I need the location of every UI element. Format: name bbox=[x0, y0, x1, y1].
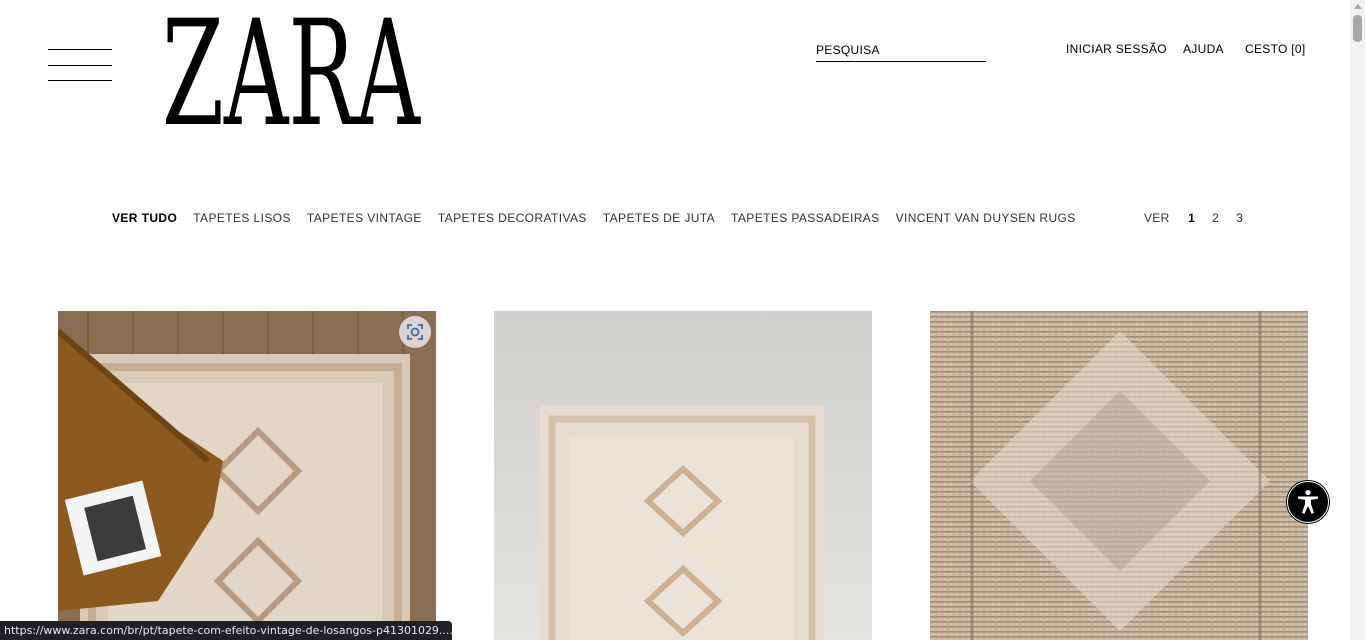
category-jute[interactable]: TAPETES DE JUTA bbox=[603, 211, 715, 225]
view-option-2[interactable]: 2 bbox=[1204, 211, 1228, 225]
category-decorative[interactable]: TAPETES DECORATIVAS bbox=[438, 211, 587, 225]
search-input[interactable]: PESQUISA bbox=[816, 41, 986, 62]
scroll-up-arrow-icon[interactable] bbox=[1354, 4, 1362, 9]
product-card[interactable] bbox=[58, 311, 436, 640]
vertical-scrollbar[interactable] bbox=[1350, 0, 1365, 640]
product-card[interactable] bbox=[930, 311, 1308, 640]
cart-link[interactable]: CESTO [0] bbox=[1245, 42, 1306, 56]
menu-line bbox=[48, 49, 112, 51]
category-vintage[interactable]: TAPETES VINTAGE bbox=[307, 211, 422, 225]
category-nav: VER TUDO TAPETES LISOS TAPETES VINTAGE T… bbox=[112, 211, 1092, 225]
view-option-3[interactable]: 3 bbox=[1228, 211, 1252, 225]
product-image bbox=[494, 311, 872, 640]
menu-line bbox=[48, 65, 112, 67]
view-label: VER bbox=[1144, 211, 1170, 225]
logo-text: ZARA bbox=[162, 16, 421, 128]
menu-button[interactable] bbox=[48, 49, 112, 83]
link-status-bar: https://www.zara.com/br/pt/tapete-com-ef… bbox=[0, 621, 452, 640]
search-label: PESQUISA bbox=[816, 43, 880, 57]
grid-view-selector: VER 1 2 3 bbox=[1144, 211, 1252, 225]
category-runners[interactable]: TAPETES PASSADEIRAS bbox=[731, 211, 880, 225]
category-vincent-van-duysen[interactable]: VINCENT VAN DUYSEN RUGS bbox=[896, 211, 1076, 225]
menu-line bbox=[48, 80, 112, 82]
zara-logo[interactable]: ZARA bbox=[160, 0, 423, 159]
category-all[interactable]: VER TUDO bbox=[112, 211, 177, 225]
help-link[interactable]: AJUDA bbox=[1183, 42, 1224, 56]
login-link[interactable]: INICIAR SESSÃO bbox=[1066, 42, 1167, 56]
accessibility-icon[interactable] bbox=[1287, 481, 1329, 523]
product-image bbox=[58, 311, 436, 640]
view-option-1[interactable]: 1 bbox=[1180, 211, 1204, 225]
product-image bbox=[930, 311, 1308, 640]
visual-search-icon[interactable] bbox=[399, 316, 431, 348]
scrollbar-thumb[interactable] bbox=[1353, 15, 1362, 42]
product-card[interactable] bbox=[494, 311, 872, 640]
category-plain[interactable]: TAPETES LISOS bbox=[193, 211, 291, 225]
